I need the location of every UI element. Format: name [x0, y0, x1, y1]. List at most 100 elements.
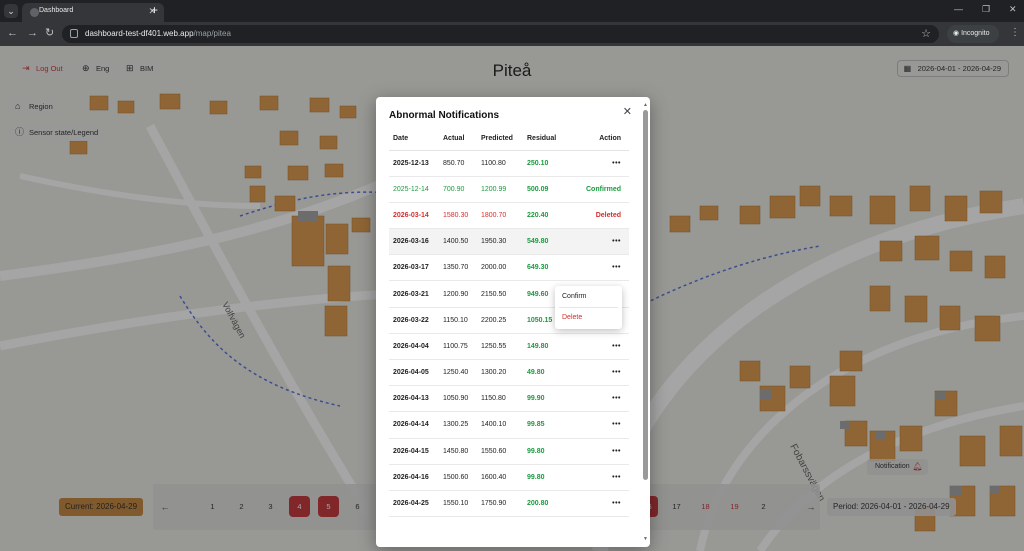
- table-row: 2026-04-16 1500.60 1600.40 99.80 •••: [389, 464, 629, 491]
- tab-search-icon[interactable]: ⌄: [4, 4, 18, 18]
- row-predicted: 1750.90: [481, 490, 527, 518]
- modal-title: Abnormal Notifications: [389, 110, 500, 121]
- row-residual: 99.90: [527, 385, 575, 413]
- row-actual: 1550.10: [443, 490, 481, 518]
- table-row: 2026-04-15 1450.80 1550.60 99.80 •••: [389, 438, 629, 465]
- row-more-icon[interactable]: •••: [575, 385, 629, 413]
- row-residual: 500.09: [527, 176, 575, 203]
- restore-icon[interactable]: ❐: [982, 4, 990, 15]
- row-more-icon[interactable]: •••: [575, 228, 629, 256]
- table-header-row: Date Actual Predicted Residual Action: [389, 127, 629, 151]
- row-predicted: 1200.99: [481, 176, 527, 203]
- browser-tab[interactable]: Dashboard ✕: [22, 3, 164, 22]
- row-actual: 850.70: [443, 150, 481, 177]
- row-predicted: 1400.10: [481, 411, 527, 439]
- table-row: 2026-04-04 1100.75 1250.55 149.80 •••: [389, 333, 629, 361]
- col-residual: Residual: [527, 127, 575, 151]
- row-date: 2026-04-25: [389, 490, 443, 518]
- row-date: 2026-04-05: [389, 359, 443, 387]
- reload-icon[interactable]: ↻: [45, 26, 54, 40]
- table-row: 2026-03-17 1350.70 2000.00 649.30 •••: [389, 254, 629, 282]
- address-bar[interactable]: dashboard-test-df401.web.app/map/pitea ☆: [62, 25, 939, 43]
- favicon-icon: [30, 8, 39, 17]
- row-date: 2026-03-14: [389, 202, 443, 230]
- row-actual: 1350.70: [443, 254, 481, 282]
- confirm-menu-item[interactable]: Confirm: [562, 293, 587, 300]
- incognito-icon: ◉: [953, 30, 962, 37]
- scroll-thumb[interactable]: [643, 110, 648, 480]
- table-row: 2025-12-13 850.70 1100.80 250.10 •••: [389, 150, 629, 177]
- modal-scrollbar[interactable]: ▲ ▼: [643, 102, 648, 542]
- table-row: 2026-04-05 1250.40 1300.20 49.80 •••: [389, 359, 629, 387]
- row-actual: 1150.10: [443, 307, 481, 334]
- table-row: 2025-12-14 700.90 1200.99 500.09 Confirmed: [389, 176, 629, 203]
- row-residual: 649.30: [527, 254, 575, 282]
- row-date: 2026-04-13: [389, 385, 443, 413]
- row-residual: 99.80: [527, 438, 575, 465]
- row-more-icon[interactable]: •••: [575, 438, 629, 465]
- forward-icon[interactable]: →: [27, 26, 38, 40]
- table-row: 2026-04-14 1300.25 1400.10 99.85 •••: [389, 411, 629, 439]
- incognito-label: Incognito: [961, 30, 990, 37]
- window-close-icon[interactable]: ✕: [1009, 4, 1017, 15]
- scroll-up-icon[interactable]: ▲: [643, 102, 648, 108]
- row-residual: 49.80: [527, 359, 575, 387]
- col-date: Date: [389, 127, 443, 151]
- row-actual: 1450.80: [443, 438, 481, 465]
- row-actual: 700.90: [443, 176, 481, 203]
- row-predicted: 1800.70: [481, 202, 527, 230]
- row-actual: 1100.75: [443, 333, 481, 361]
- row-date: 2025-12-14: [389, 176, 443, 203]
- row-actual: 1250.40: [443, 359, 481, 387]
- row-more-icon[interactable]: •••: [575, 411, 629, 439]
- incognito-badge[interactable]: ◉ Incognito: [947, 25, 999, 43]
- row-residual: 200.80: [527, 490, 575, 518]
- row-actual: 1200.90: [443, 280, 481, 308]
- row-actual: 1500.60: [443, 464, 481, 491]
- col-actual: Actual: [443, 127, 481, 151]
- row-action-menu: Confirm Delete: [555, 286, 622, 329]
- row-action: Confirmed: [575, 176, 629, 203]
- row-actual: 1400.50: [443, 228, 481, 256]
- table-row: 2026-04-13 1050.90 1150.80 99.90 •••: [389, 385, 629, 413]
- table-row: 2026-03-14 1580.30 1800.70 220.40 Deleted: [389, 202, 629, 230]
- minimize-icon[interactable]: —: [954, 4, 963, 14]
- close-icon[interactable]: ✕: [623, 105, 632, 118]
- row-predicted: 2150.50: [481, 280, 527, 308]
- row-more-icon[interactable]: •••: [575, 333, 629, 361]
- col-action: Action: [575, 127, 629, 151]
- site-info-icon[interactable]: [70, 29, 78, 38]
- row-more-icon[interactable]: •••: [575, 359, 629, 387]
- bookmark-star-icon[interactable]: ☆: [921, 27, 931, 40]
- row-actual: 1580.30: [443, 202, 481, 230]
- row-actual: 1300.25: [443, 411, 481, 439]
- row-date: 2026-03-17: [389, 254, 443, 282]
- app-root: Volfvägen Fobarssvägen ⇥ Log Out ⊕ Eng ⊞…: [0, 46, 1024, 551]
- table-row: 2026-03-16 1400.50 1950.30 549.80 •••: [389, 228, 629, 256]
- row-more-icon[interactable]: •••: [575, 464, 629, 491]
- col-predicted: Predicted: [481, 127, 527, 151]
- new-tab-icon[interactable]: +: [151, 3, 158, 17]
- back-icon[interactable]: ←: [7, 26, 18, 40]
- row-date: 2026-03-21: [389, 280, 443, 308]
- row-predicted: 1150.80: [481, 385, 527, 413]
- row-predicted: 1950.30: [481, 228, 527, 256]
- row-more-icon[interactable]: •••: [575, 150, 629, 177]
- tab-title: Dashboard: [39, 7, 74, 14]
- row-predicted: 1550.60: [481, 438, 527, 465]
- row-residual: 99.80: [527, 464, 575, 491]
- row-predicted: 1100.80: [481, 150, 527, 177]
- row-date: 2026-04-04: [389, 333, 443, 361]
- browser-menu-icon[interactable]: ⋮: [1010, 27, 1020, 38]
- row-residual: 250.10: [527, 150, 575, 177]
- row-date: 2026-04-16: [389, 464, 443, 491]
- row-more-icon[interactable]: •••: [575, 490, 629, 518]
- row-more-icon[interactable]: •••: [575, 254, 629, 282]
- row-residual: 149.80: [527, 333, 575, 361]
- row-action: Deleted: [575, 202, 629, 230]
- row-predicted: 1600.40: [481, 464, 527, 491]
- row-date: 2026-03-16: [389, 228, 443, 256]
- delete-menu-item[interactable]: Delete: [562, 314, 582, 321]
- scroll-down-icon[interactable]: ▼: [643, 536, 648, 542]
- browser-tabstrip: ⌄ Dashboard ✕ + — ❐ ✕: [0, 0, 1024, 22]
